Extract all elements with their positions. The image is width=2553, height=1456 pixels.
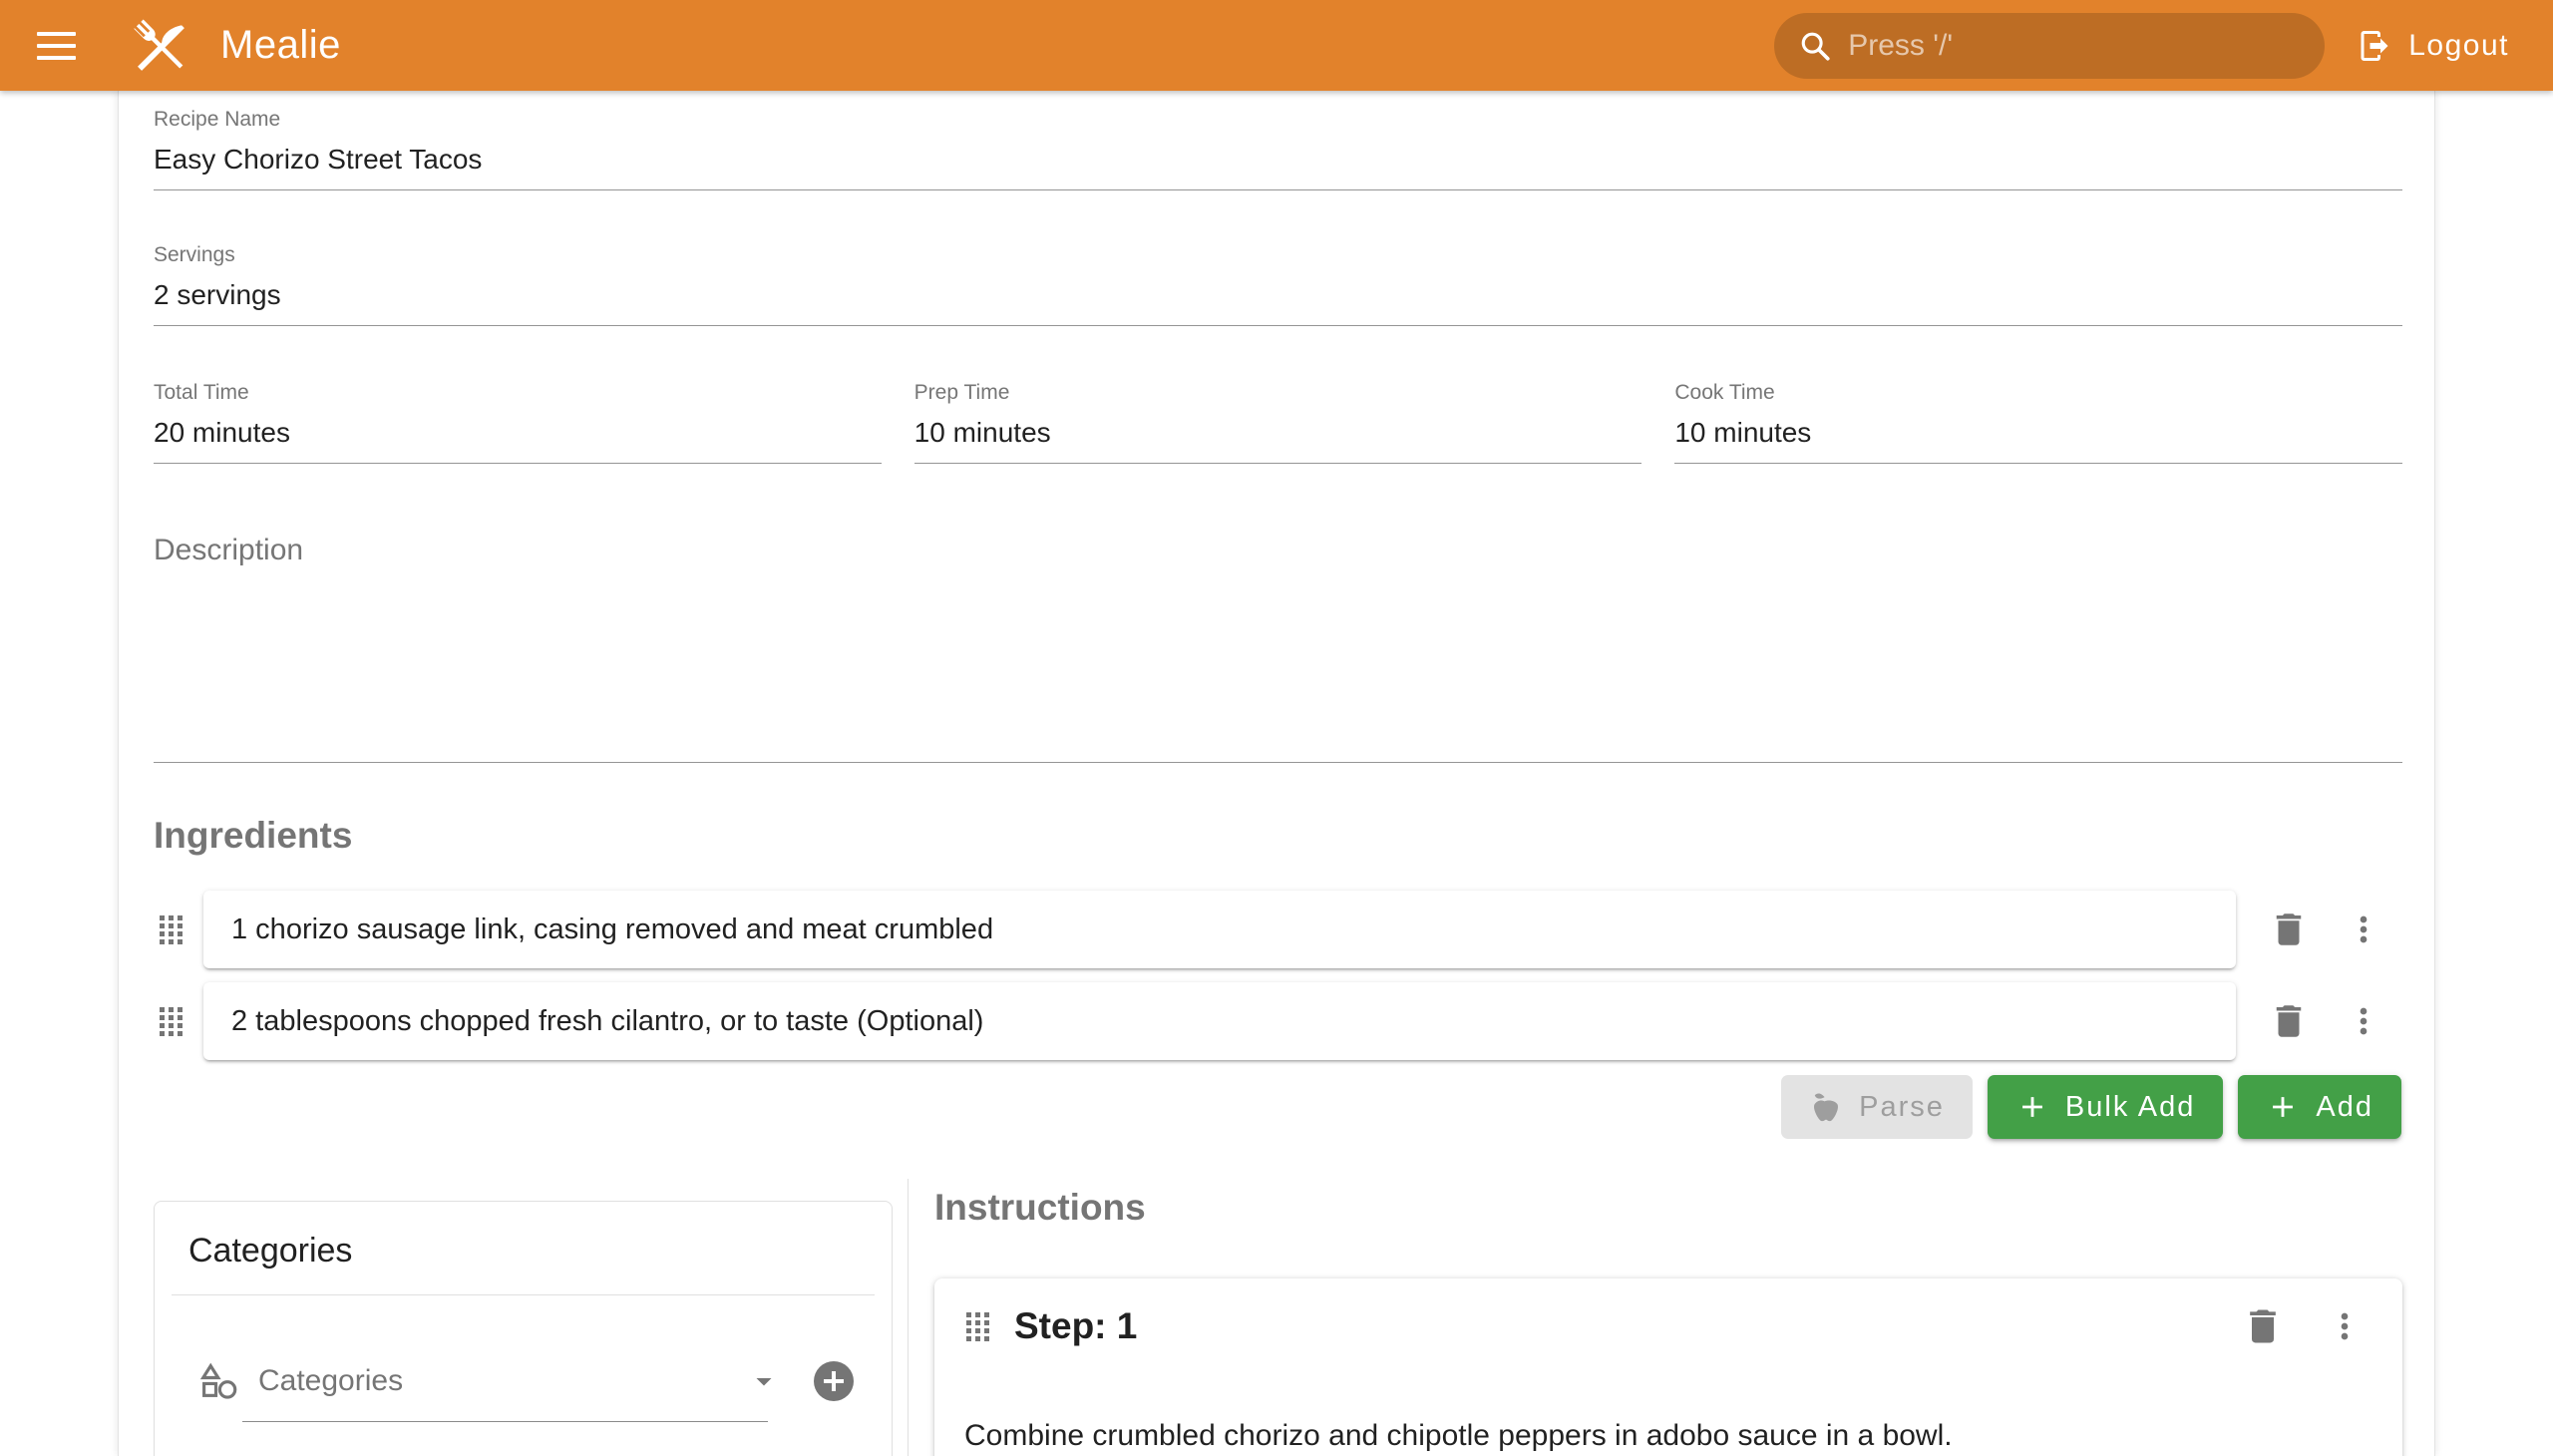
parse-button[interactable]: Parse [1781, 1075, 1973, 1139]
add-label: Add [2316, 1091, 2373, 1124]
drag-handle-icon[interactable] [154, 911, 191, 947]
brand[interactable]: Mealie [127, 13, 341, 79]
cook-time-input[interactable]: 10 minutes [1674, 414, 2402, 452]
mealie-recipe-edit-page: Mealie Logout Recipe Name E [0, 0, 2553, 1456]
description-label: Description [154, 534, 2402, 567]
times-row: Total Time 20 minutes Prep Time 10 minut… [154, 378, 2402, 464]
step-text-input[interactable]: Combine crumbled chorizo and chipotle pe… [960, 1416, 2372, 1456]
bottom-section: Categories Categories [154, 1179, 2402, 1456]
field-underline [154, 762, 2402, 763]
search-icon [1798, 29, 1832, 63]
step-header: Step: 1 [960, 1304, 2372, 1348]
parse-label: Parse [1859, 1091, 1945, 1124]
drag-handle-icon[interactable] [154, 1003, 191, 1039]
ingredient-menu-button[interactable] [2344, 1001, 2383, 1041]
add-category-button[interactable] [810, 1357, 858, 1405]
categories-select-area: Categories [155, 1295, 892, 1422]
chevron-down-icon[interactable] [746, 1363, 782, 1399]
trash-icon [2241, 1304, 2285, 1348]
categories-column: Categories Categories [154, 1179, 893, 1456]
ingredient-input[interactable]: 2 tablespoons chopped fresh cilantro, or… [203, 982, 2236, 1060]
delete-step-button[interactable] [2241, 1304, 2285, 1348]
servings-field[interactable]: Servings 2 servings [154, 240, 2402, 326]
description-field[interactable]: Description [154, 534, 2402, 763]
menu-icon[interactable] [37, 15, 99, 77]
description-textarea[interactable] [154, 567, 2402, 751]
categories-select-label: Categories [258, 1364, 746, 1398]
ingredient-row: 2 tablespoons chopped fresh cilantro, or… [154, 982, 2402, 1060]
ingredient-input[interactable]: 1 chorizo sausage link, casing removed a… [203, 891, 2236, 968]
field-underline [1674, 463, 2402, 464]
ingredient-actions: Parse Bulk Add Add [154, 1075, 2402, 1139]
cook-time-label: Cook Time [1674, 378, 2402, 408]
categories-card: Categories Categories [154, 1201, 893, 1456]
bulk-add-button[interactable]: Bulk Add [1988, 1075, 2223, 1139]
categories-select[interactable]: Categories [198, 1357, 858, 1405]
trash-icon [2268, 909, 2310, 950]
total-time-field[interactable]: Total Time 20 minutes [154, 378, 882, 464]
field-underline [154, 325, 2402, 326]
total-time-input[interactable]: 20 minutes [154, 414, 882, 452]
cook-time-field[interactable]: Cook Time 10 minutes [1674, 378, 2402, 464]
field-underline [914, 463, 1642, 464]
delete-ingredient-button[interactable] [2268, 1000, 2310, 1042]
categories-shapes-icon [198, 1360, 240, 1402]
recipe-name-field[interactable]: Recipe Name Easy Chorizo Street Tacos [154, 105, 2402, 190]
total-time-label: Total Time [154, 378, 882, 408]
instructions-column: Instructions Step: 1 [909, 1179, 2402, 1456]
kebab-menu-icon [2344, 910, 2383, 949]
ingredients-heading: Ingredients [154, 815, 2402, 857]
field-underline [154, 463, 882, 464]
ingredient-row: 1 chorizo sausage link, casing removed a… [154, 891, 2402, 968]
plus-icon [2266, 1090, 2300, 1124]
prep-time-input[interactable]: 10 minutes [914, 414, 1642, 452]
app-title: Mealie [220, 23, 341, 68]
recipe-editor-card: Recipe Name Easy Chorizo Street Tacos Se… [118, 91, 2435, 1456]
add-button[interactable]: Add [2238, 1075, 2401, 1139]
logout-button[interactable]: Logout [2351, 20, 2515, 72]
plus-circle-icon [810, 1357, 858, 1405]
kebab-menu-icon [2325, 1306, 2365, 1346]
step-menu-button[interactable] [2325, 1306, 2365, 1346]
drag-handle-icon[interactable] [960, 1308, 998, 1344]
recipe-name-input[interactable]: Easy Chorizo Street Tacos [154, 141, 2402, 179]
trash-icon [2268, 1000, 2310, 1042]
logout-icon [2357, 28, 2392, 64]
servings-label: Servings [154, 240, 2402, 270]
instruction-step-card: Step: 1 Combine crumbled chorizo [934, 1278, 2402, 1456]
instructions-heading: Instructions [934, 1187, 2402, 1229]
ingredient-menu-button[interactable] [2344, 910, 2383, 949]
search-box[interactable] [1774, 13, 2325, 79]
field-underline [154, 189, 2402, 190]
select-underline [242, 1421, 768, 1422]
servings-input[interactable]: 2 servings [154, 276, 2402, 314]
recipe-name-label: Recipe Name [154, 105, 2402, 135]
logout-label: Logout [2408, 29, 2509, 63]
bulk-add-label: Bulk Add [2065, 1091, 2195, 1124]
search-input[interactable] [1848, 29, 2301, 63]
prep-time-label: Prep Time [914, 378, 1642, 408]
kebab-menu-icon [2344, 1001, 2383, 1041]
plus-icon [2015, 1090, 2049, 1124]
categories-card-title: Categories [155, 1202, 892, 1294]
delete-ingredient-button[interactable] [2268, 909, 2310, 950]
silverware-icon [127, 13, 192, 79]
step-title: Step: 1 [1014, 1305, 2241, 1347]
app-header: Mealie Logout [0, 0, 2553, 91]
apple-icon [1809, 1090, 1843, 1124]
prep-time-field[interactable]: Prep Time 10 minutes [914, 378, 1642, 464]
